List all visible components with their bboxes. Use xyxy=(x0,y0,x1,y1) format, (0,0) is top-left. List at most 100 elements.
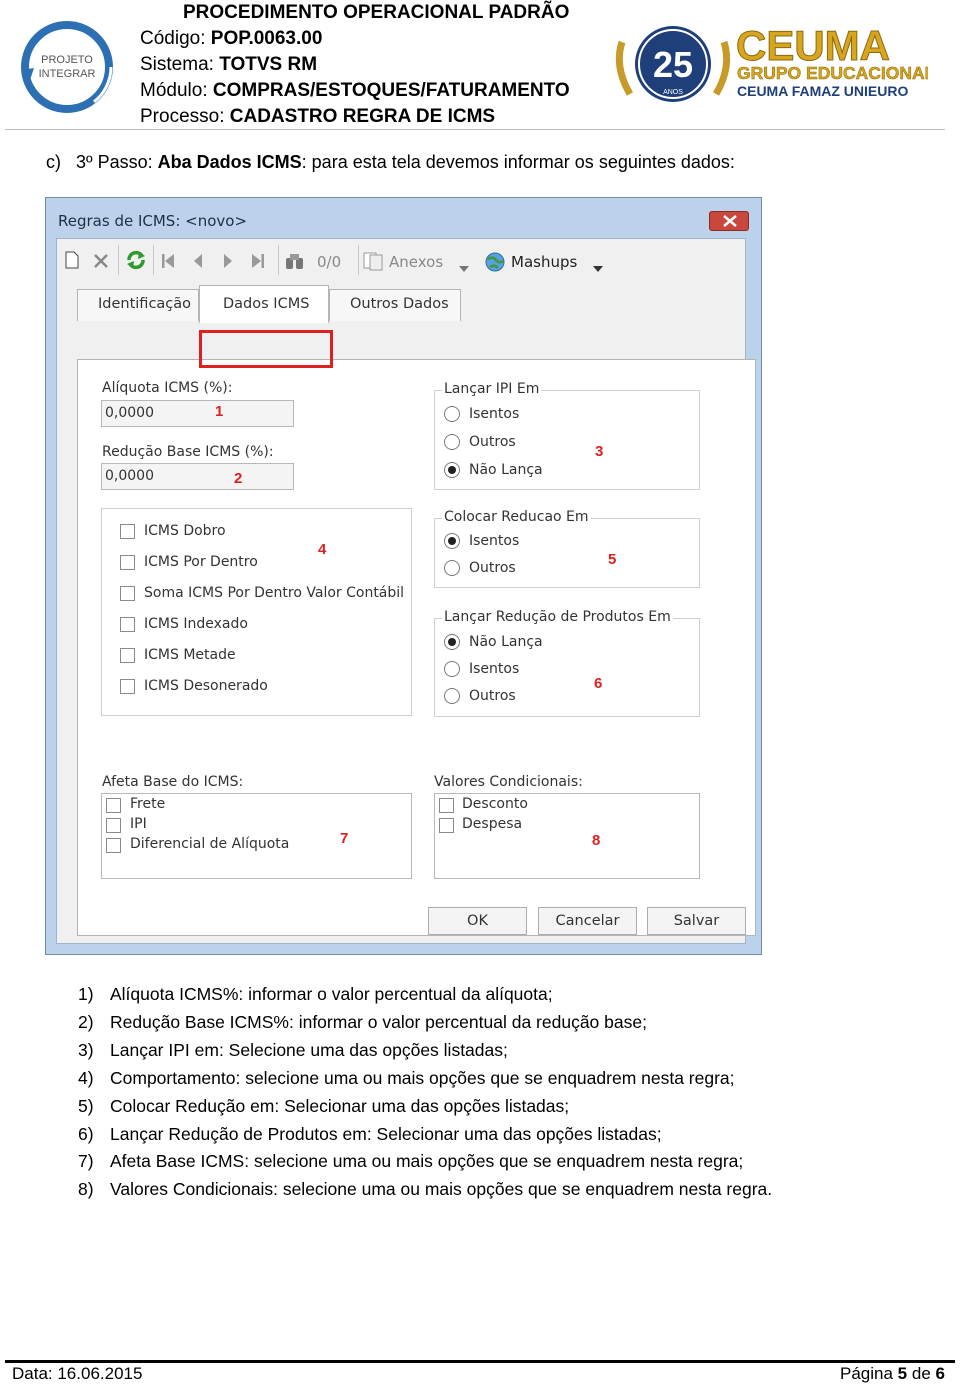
ceuma-units: CEUMA FAMAZ UNIEURO xyxy=(737,83,908,99)
radio-produtos-nao-lanca-label: Não Lança xyxy=(469,634,543,650)
checkbox-ipi[interactable] xyxy=(106,818,121,833)
checkbox-icms-desonerado[interactable] xyxy=(120,679,135,694)
marker-6: 6 xyxy=(594,675,603,692)
radio-reducao-isentos[interactable] xyxy=(444,533,460,549)
header-process: Processo: CADASTRO REGRA DE ICMS xyxy=(140,106,496,127)
dialog-body: 0/0 Anexos Mashups Identificação Dados I… xyxy=(56,238,756,944)
toolbar-separator xyxy=(278,245,279,275)
reducao-input[interactable]: 0,0000 xyxy=(101,463,294,490)
record-counter: 0/0 xyxy=(317,253,342,271)
checkbox-icms-por-dentro-label: ICMS Por Dentro xyxy=(144,554,258,570)
list-item: 8) Valores Condicionais: selecione uma ou… xyxy=(78,1179,773,1199)
list-item: 5) Colocar Redução em: Selecionar uma das… xyxy=(78,1096,570,1116)
tab-outros-dados-label: Outros Dados xyxy=(350,296,449,312)
radio-ipi-isentos-label: Isentos xyxy=(469,406,520,422)
radio-produtos-outros[interactable] xyxy=(444,688,460,704)
lancar-ipi-title: Lançar IPI Em xyxy=(442,381,542,397)
next-record-icon[interactable] xyxy=(223,253,233,274)
lancar-reducao-title: Lançar Redução de Produtos Em xyxy=(442,609,673,625)
radio-reducao-isentos-label: Isentos xyxy=(469,533,520,549)
tab-identificacao[interactable]: Identificação xyxy=(77,289,199,321)
checkbox-diferencial-label: Diferencial de Alíquota xyxy=(130,836,290,852)
checkbox-icms-dobro[interactable] xyxy=(120,524,135,539)
radio-ipi-nao-lanca-label: Não Lança xyxy=(469,462,543,478)
tab-identificacao-label: Identificação xyxy=(98,296,192,312)
marker-3: 3 xyxy=(595,443,604,460)
checkbox-diferencial[interactable] xyxy=(106,838,121,853)
anos-label: ANOS xyxy=(663,89,683,96)
list-item: 2) Redução Base ICMS%: informar o valor p… xyxy=(78,1012,647,1032)
checkbox-soma-icms-label: Soma ICMS Por Dentro Valor Contábil xyxy=(144,585,405,601)
checkbox-frete-label: Frete xyxy=(130,796,166,812)
radio-produtos-isentos-label: Isentos xyxy=(469,661,520,677)
checkbox-desconto-label: Desconto xyxy=(462,796,528,812)
radio-ipi-nao-lanca[interactable] xyxy=(444,462,460,478)
toolbar-separator xyxy=(358,245,359,275)
tab-dados-icms-label: Dados ICMS xyxy=(223,296,310,312)
aliquota-label: Alíquota ICMS (%): xyxy=(102,380,233,396)
reducao-label: Redução Base ICMS (%): xyxy=(102,444,274,460)
footer-divider xyxy=(5,1360,955,1363)
list-item: 6) Lançar Redução de Produtos em: Selecio… xyxy=(78,1124,662,1144)
marker-2: 2 xyxy=(234,470,243,487)
cancel-button[interactable]: Cancelar xyxy=(538,907,637,935)
marker-8: 8 xyxy=(592,832,601,849)
valores-cond-title: Valores Condicionais: xyxy=(434,774,583,790)
radio-produtos-outros-label: Outros xyxy=(469,688,516,704)
radio-reducao-outros[interactable] xyxy=(444,560,460,576)
marker-5: 5 xyxy=(608,551,617,568)
last-record-icon[interactable] xyxy=(251,253,265,274)
logo-left-text-1: PROJETO xyxy=(41,54,93,66)
attachments-button[interactable]: Anexos xyxy=(389,253,443,271)
save-button[interactable]: Salvar xyxy=(647,907,746,935)
tab-dados-icms[interactable]: Dados ICMS xyxy=(199,285,329,323)
radio-ipi-outros[interactable] xyxy=(444,434,460,450)
radio-reducao-outros-label: Outros xyxy=(469,560,516,576)
close-button[interactable] xyxy=(709,211,749,231)
checkbox-icms-indexado[interactable] xyxy=(120,617,135,632)
chevron-down-icon[interactable] xyxy=(593,259,603,277)
checkbox-icms-metade[interactable] xyxy=(120,648,135,663)
delete-icon[interactable] xyxy=(93,253,109,274)
attachments-icon[interactable] xyxy=(363,251,385,276)
binoculars-icon[interactable] xyxy=(285,252,305,275)
dados-icms-panel: Alíquota ICMS (%): 0,0000 1 Redução Base… xyxy=(77,359,756,936)
colocar-reducao-title: Colocar Reducao Em xyxy=(442,509,591,525)
first-record-icon[interactable] xyxy=(161,253,175,274)
header-divider xyxy=(5,129,945,130)
ceuma-subtitle: GRUPO EDUCACIONAL xyxy=(737,63,928,83)
header-system: Sistema: TOTVS RM xyxy=(140,54,318,75)
radio-ipi-outros-label: Outros xyxy=(469,434,516,450)
checkbox-ipi-label: IPI xyxy=(130,816,147,832)
refresh-icon[interactable] xyxy=(125,249,147,276)
checkbox-icms-dobro-label: ICMS Dobro xyxy=(144,523,226,539)
toolbar-separator xyxy=(118,245,119,275)
previous-record-icon[interactable] xyxy=(193,253,203,274)
logo-left-text-2: INTEGRAR xyxy=(39,68,96,80)
checkbox-icms-por-dentro[interactable] xyxy=(120,555,135,570)
radio-produtos-isentos[interactable] xyxy=(444,661,460,677)
list-item: 1) Alíquota ICMS%: informar o valor perce… xyxy=(78,984,553,1004)
document-title: PROCEDIMENTO OPERACIONAL PADRÃO xyxy=(183,2,570,23)
checkbox-frete[interactable] xyxy=(106,798,121,813)
new-record-icon[interactable] xyxy=(65,251,79,274)
radio-ipi-isentos[interactable] xyxy=(444,406,460,422)
step-heading: c) 3º Passo: Aba Dados ICMS: para esta t… xyxy=(46,152,735,172)
ceuma-brand: CEUMA xyxy=(736,22,890,69)
chevron-down-icon[interactable] xyxy=(459,259,469,277)
checkbox-despesa[interactable] xyxy=(439,818,454,833)
anos-number: 25 xyxy=(653,44,693,85)
afeta-base-title: Afeta Base do ICMS: xyxy=(102,774,244,790)
mashups-button[interactable]: Mashups xyxy=(511,253,577,271)
projeto-integrar-logo: PROJETO INTEGRAR xyxy=(18,18,116,116)
list-item: 3) Lançar IPI em: Selecione uma das opçõe… xyxy=(78,1040,508,1060)
globe-icon[interactable] xyxy=(484,251,506,278)
list-item: 4) Comportamento: selecione uma ou mais o… xyxy=(78,1068,735,1088)
icms-rules-dialog: Regras de ICMS: <novo> 0/0 Anexos Mashup… xyxy=(45,197,762,955)
ok-button[interactable]: OK xyxy=(428,907,527,935)
radio-produtos-nao-lanca[interactable] xyxy=(444,634,460,650)
checkbox-desconto[interactable] xyxy=(439,798,454,813)
checkbox-soma-icms[interactable] xyxy=(120,586,135,601)
tab-outros-dados[interactable]: Outros Dados xyxy=(329,289,461,321)
aliquota-input[interactable]: 0,0000 xyxy=(101,400,294,427)
